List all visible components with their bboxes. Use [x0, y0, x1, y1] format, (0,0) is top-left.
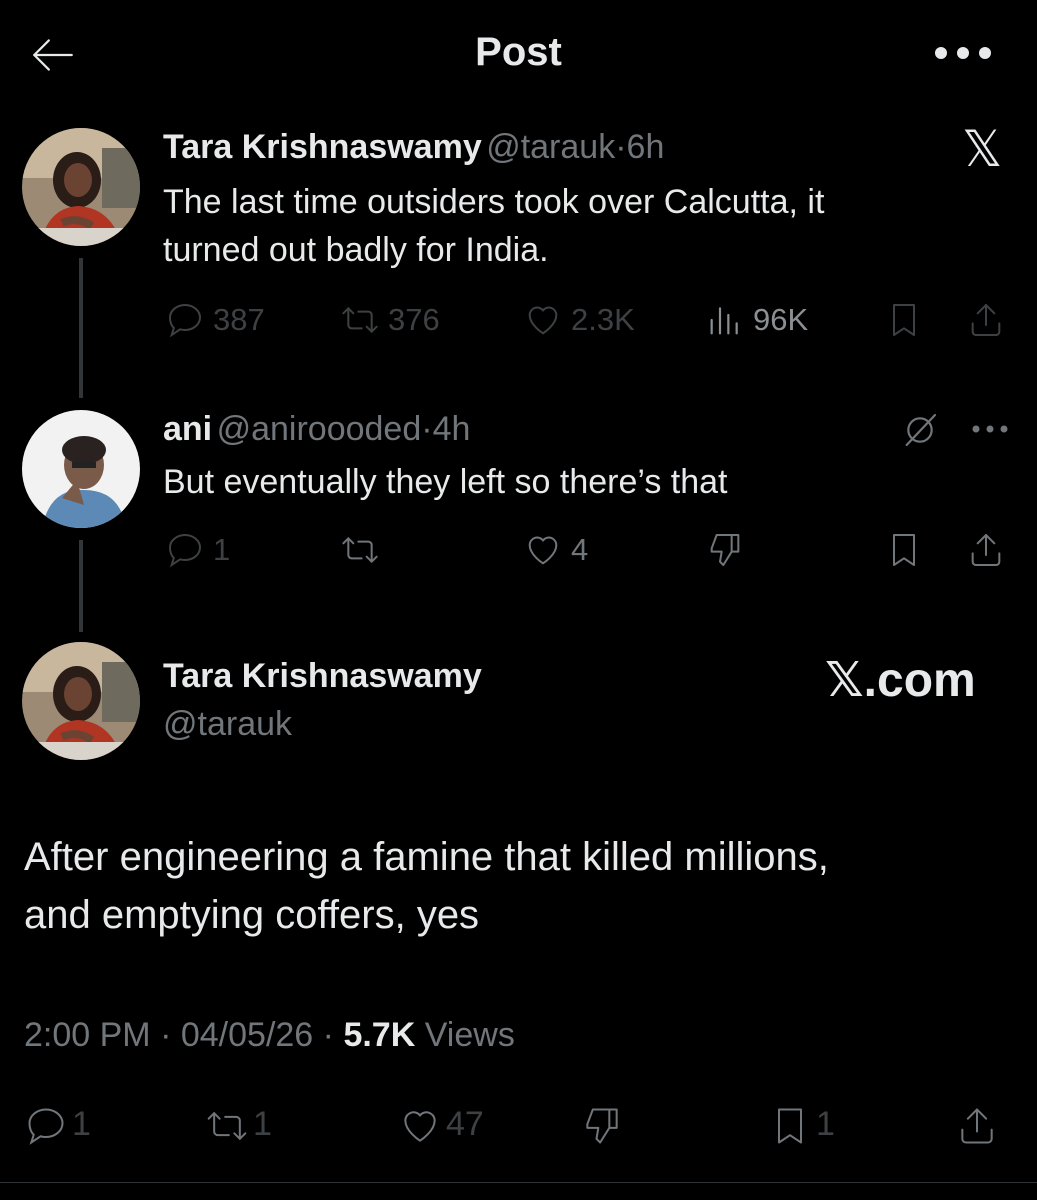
tweet2-more-button[interactable]	[970, 422, 1010, 436]
more-horizontal-icon	[935, 47, 991, 59]
reply-icon	[165, 530, 205, 570]
separator: ·	[322, 1016, 334, 1054]
like-count: 4	[571, 532, 589, 567]
share-icon	[966, 530, 1006, 570]
bookmark-icon	[768, 1104, 808, 1144]
share-icon	[955, 1104, 999, 1148]
reply-button[interactable]: 1	[24, 1104, 91, 1144]
repost-button[interactable]: 376	[340, 300, 440, 340]
grok-button[interactable]	[900, 410, 940, 450]
bookmark-button[interactable]	[884, 300, 924, 340]
heart-icon	[523, 530, 563, 570]
more-options-button[interactable]	[930, 38, 996, 68]
repost-button[interactable]: 1	[205, 1104, 272, 1144]
separator: ·	[160, 1016, 172, 1054]
reply-count: 387	[213, 302, 265, 337]
thread-connector	[79, 258, 83, 398]
grok-icon	[900, 410, 940, 450]
author-handle[interactable]: @aniroooded	[217, 410, 422, 448]
like-count: 47	[446, 1104, 484, 1143]
bookmark-button[interactable]: 1	[768, 1104, 835, 1144]
reply-icon	[165, 300, 205, 340]
main-post-text: After engineering a famine that killed m…	[24, 828, 1014, 944]
views-button[interactable]: 96K	[705, 300, 808, 340]
like-count: 2.3K	[571, 302, 635, 337]
post-text-line: and emptying coffers, yes	[24, 893, 480, 937]
like-button[interactable]: 47	[398, 1104, 484, 1144]
post-time[interactable]: 4h	[433, 410, 471, 448]
share-button[interactable]	[955, 1104, 999, 1148]
repost-count: 1	[253, 1104, 272, 1143]
reply-button[interactable]: 387	[165, 300, 265, 340]
thumbs-down-icon	[705, 530, 745, 570]
share-button[interactable]	[966, 300, 1006, 340]
downvote-button[interactable]	[705, 530, 745, 570]
x-com-watermark: 𝕏.com	[825, 654, 976, 707]
bookmark-count: 1	[816, 1104, 835, 1143]
tweet1-text: The last time outsiders took over Calcut…	[163, 178, 983, 274]
analytics-icon	[705, 300, 745, 340]
bookmark-icon	[884, 530, 924, 570]
tweet-text-line: turned out badly for India.	[163, 231, 549, 269]
repost-count: 376	[388, 302, 440, 337]
reply-count: 1	[72, 1104, 91, 1143]
views-count[interactable]: 5.7K	[343, 1016, 415, 1054]
author-name[interactable]: Tara Krishnaswamy	[163, 128, 482, 166]
post-time[interactable]: 6h	[627, 128, 665, 166]
reply-count: 1	[213, 532, 231, 567]
author-name[interactable]: Tara Krishnaswamy	[163, 657, 482, 696]
thread-connector	[79, 540, 83, 632]
repost-icon	[340, 530, 380, 570]
author-handle[interactable]: @tarauk	[163, 705, 292, 744]
share-button[interactable]	[966, 530, 1006, 570]
avatar-tara[interactable]	[22, 642, 140, 760]
views-label: Views	[424, 1016, 515, 1054]
repost-icon	[205, 1104, 245, 1144]
post-date: 04/05/26	[180, 1016, 314, 1054]
reply-button[interactable]: 1	[165, 530, 230, 570]
post-text-line: After engineering a famine that killed m…	[24, 835, 829, 879]
divider	[0, 1182, 1037, 1183]
separator: ·	[421, 410, 433, 448]
like-button[interactable]: 2.3K	[523, 300, 635, 340]
heart-icon	[523, 300, 563, 340]
x-logo-icon: 𝕏	[962, 121, 1003, 177]
repost-icon	[340, 300, 380, 340]
bookmark-button[interactable]	[884, 530, 924, 570]
post-meta: 2:00 PM · 04/05/26 · 5.7K Views	[24, 1016, 515, 1055]
downvote-button[interactable]	[580, 1104, 624, 1148]
reply-icon	[24, 1104, 64, 1144]
thumbs-down-icon	[580, 1104, 624, 1148]
views-count: 96K	[753, 302, 809, 337]
tweet1-header: Tara Krishnaswamy @tarauk·6h	[163, 128, 664, 167]
author-handle[interactable]: @tarauk	[486, 128, 615, 166]
tweet-text-line: The last time outsiders took over Calcut…	[163, 183, 825, 221]
share-icon	[966, 300, 1006, 340]
avatar-tara[interactable]	[22, 128, 140, 246]
bookmark-icon	[884, 300, 924, 340]
repost-button[interactable]	[340, 530, 380, 570]
author-name[interactable]: ani	[163, 410, 212, 448]
avatar-ani[interactable]	[22, 410, 140, 528]
page-title: Post	[475, 30, 562, 74]
like-button[interactable]: 4	[523, 530, 588, 570]
tweet2-text: But eventually they left so there’s that	[163, 463, 728, 501]
heart-icon	[398, 1104, 438, 1144]
more-horizontal-icon	[972, 425, 1008, 433]
tweet2-header: ani @aniroooded·4h	[163, 410, 470, 449]
post-time: 2:00 PM	[24, 1016, 151, 1054]
separator: ·	[615, 128, 627, 166]
